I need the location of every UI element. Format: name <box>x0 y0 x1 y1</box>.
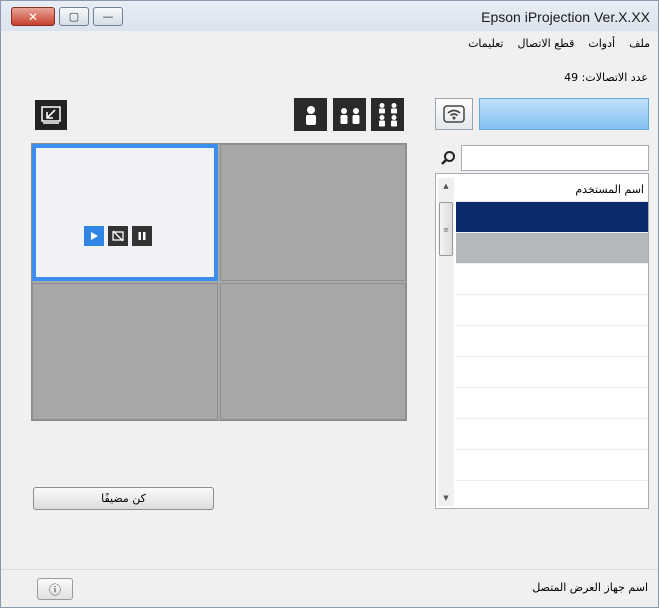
user-list-header: اسم المستخدم <box>456 178 648 202</box>
become-presenter-button[interactable]: كن مضيفًا <box>33 487 214 510</box>
list-item[interactable] <box>456 264 648 295</box>
projection-cell-empty[interactable] <box>220 283 406 420</box>
play-button[interactable] <box>84 226 104 246</box>
close-icon: ✕ <box>27 9 39 24</box>
menu-disconnect[interactable]: قطع الاتصال <box>517 37 574 50</box>
stop-projection-icon <box>112 230 124 242</box>
close-button[interactable]: ✕ <box>11 7 55 26</box>
exit-fullscreen-button[interactable] <box>35 100 67 130</box>
info-icon: ⓘ <box>48 582 61 597</box>
minimize-icon: — <box>102 10 114 23</box>
search-button[interactable] <box>435 145 461 171</box>
list-item[interactable] <box>456 326 648 357</box>
connections-count: عدد الاتصالات: 49 <box>564 71 648 84</box>
minimize-button[interactable]: — <box>93 7 123 26</box>
stop-button[interactable] <box>108 226 128 246</box>
two-users-icon <box>340 107 359 124</box>
play-icon <box>91 232 98 240</box>
pause-button[interactable] <box>132 226 152 246</box>
playback-controls <box>84 226 152 246</box>
scroll-down-icon[interactable]: ▼ <box>438 490 454 506</box>
four-users-icon <box>378 102 397 126</box>
menu-tools[interactable]: أدوات <box>588 37 615 50</box>
maximize-button[interactable]: ▢ <box>59 7 89 26</box>
window-title: Epson iProjection Ver.X.XX <box>481 9 650 25</box>
app-window: ✕ ▢ — Epson iProjection Ver.X.XX ملف أدو… <box>0 0 659 608</box>
menu-file[interactable]: ملف <box>629 37 650 50</box>
search-icon <box>441 151 455 165</box>
exit-fullscreen-icon <box>41 106 61 124</box>
menu-bar: ملف أدوات قطع الاتصال تعليمات <box>468 37 650 50</box>
projection-cell[interactable] <box>32 283 218 420</box>
list-item[interactable] <box>456 357 648 388</box>
title-bar: ✕ ▢ — Epson iProjection Ver.X.XX <box>1 1 658 31</box>
list-item[interactable] <box>456 233 648 264</box>
status-bar: ⓘ اسم جهاز العرض المتصل <box>1 569 658 607</box>
connected-projector-label: اسم جهاز العرض المتصل <box>532 581 648 594</box>
wifi-icon <box>443 105 465 123</box>
search-input[interactable] <box>461 145 649 171</box>
single-user-icon <box>305 105 316 125</box>
projection-cell-active[interactable] <box>32 144 218 281</box>
user-list: ▲ ≡ ▼ اسم المستخدم <box>435 173 649 509</box>
info-button[interactable]: ⓘ <box>37 578 73 600</box>
maximize-icon: ▢ <box>68 10 80 23</box>
list-item[interactable] <box>456 419 648 450</box>
menu-help[interactable]: تعليمات <box>468 37 503 50</box>
projection-cell[interactable] <box>220 144 406 281</box>
projection-grid <box>31 143 407 421</box>
list-item[interactable] <box>456 295 648 326</box>
pause-icon <box>138 232 146 240</box>
list-item[interactable] <box>456 450 648 481</box>
layout-quad-button[interactable] <box>371 98 404 131</box>
list-item[interactable] <box>456 202 648 233</box>
wifi-button[interactable] <box>435 98 473 130</box>
list-item[interactable] <box>456 388 648 419</box>
layout-dual-button[interactable] <box>333 98 366 131</box>
list-item[interactable] <box>456 481 648 508</box>
selected-user-field[interactable] <box>479 98 649 130</box>
scroll-thumb[interactable]: ≡ <box>439 202 453 256</box>
user-list-rows <box>456 202 648 508</box>
layout-single-button[interactable] <box>294 98 327 131</box>
user-list-scrollbar[interactable]: ▲ ≡ ▼ <box>438 178 454 506</box>
scroll-up-icon[interactable]: ▲ <box>438 178 454 194</box>
